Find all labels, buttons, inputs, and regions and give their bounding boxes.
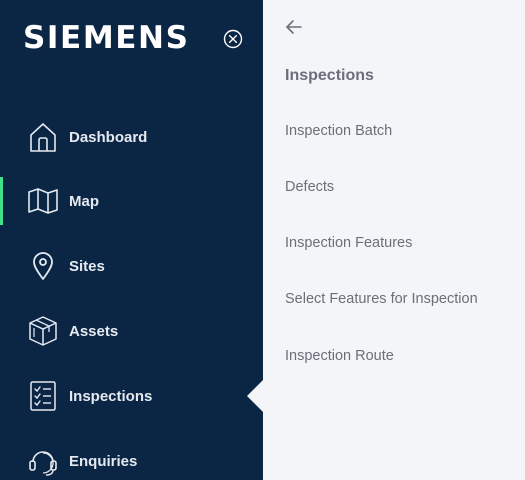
cube-icon [27,315,59,347]
sidebar-item-enquiries[interactable]: Enquiries [0,437,263,480]
sidebar-item-label: Dashboard [69,128,148,146]
back-button[interactable] [283,16,305,38]
submenu-item-inspection-route[interactable]: Inspection Route [285,348,394,364]
sidebar: SIEMENS Dashboard Map Sites Assets Inspe… [0,0,263,480]
active-menu-pointer [247,380,263,412]
close-sidebar-button[interactable] [223,29,243,49]
submenu-item-defects[interactable]: Defects [285,179,334,195]
app-window: SIEMENS Dashboard Map Sites Assets Inspe… [0,0,525,480]
submenu-panel: Inspections Inspection Batch Defects Ins… [263,0,525,480]
sidebar-item-label: Map [69,192,99,210]
checklist-icon [27,380,59,412]
sidebar-item-label: Assets [69,322,119,340]
location-pin-icon [27,250,59,282]
sidebar-item-assets[interactable]: Assets [0,307,263,355]
siemens-logo: SIEMENS [23,20,190,56]
sidebar-item-label: Inspections [69,387,153,405]
submenu-item-inspection-batch[interactable]: Inspection Batch [285,123,392,139]
submenu-item-select-features[interactable]: Select Features for Inspection [285,291,478,307]
submenu-item-inspection-features[interactable]: Inspection Features [285,235,412,251]
sidebar-item-dashboard[interactable]: Dashboard [0,113,263,161]
sidebar-item-label: Enquiries [69,452,138,470]
map-icon [27,185,59,217]
headset-icon [27,445,59,477]
sidebar-item-sites[interactable]: Sites [0,242,263,290]
sidebar-item-map[interactable]: Map [0,177,263,225]
home-icon [27,121,59,153]
arrow-left-icon [286,20,302,34]
close-circle-icon [223,29,243,49]
sidebar-item-label: Sites [69,257,105,275]
sidebar-item-inspections[interactable]: Inspections [0,372,263,420]
panel-title: Inspections [285,67,374,84]
